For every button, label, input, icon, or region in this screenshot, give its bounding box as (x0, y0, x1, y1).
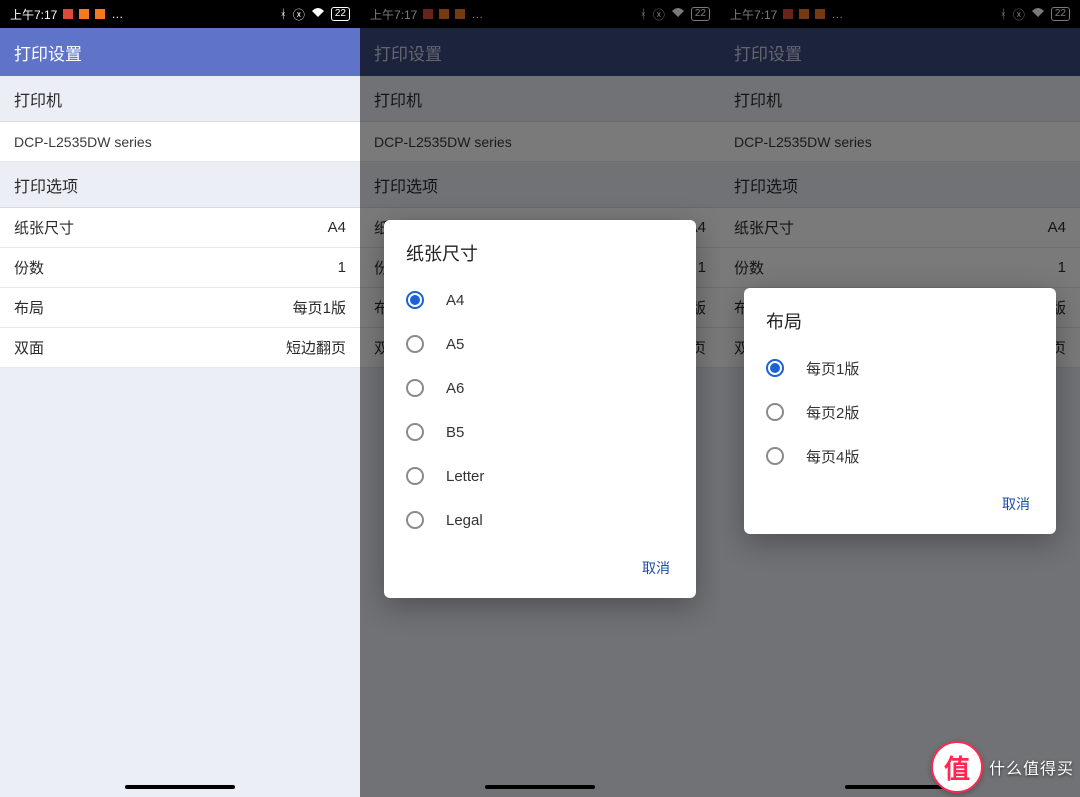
dialog-option-4up[interactable]: 每页4版 (744, 434, 1056, 478)
layout-dialog: 布局 每页1版 每页2版 每页4版 取消 (744, 288, 1056, 534)
status-bar: 上午7:17 … ᚼ ⓧ 22 (0, 0, 360, 28)
row-label: 纸张尺寸 (14, 217, 74, 238)
row-label: 份数 (14, 257, 44, 278)
option-label: 每页1版 (806, 358, 859, 379)
section-printer-label: 打印机 (0, 76, 360, 122)
app-header: 打印设置 (0, 28, 360, 76)
dialog-option-1up[interactable]: 每页1版 (744, 346, 1056, 390)
radio-icon (406, 423, 424, 441)
row-value: 短边翻页 (286, 337, 346, 358)
cancel-button[interactable]: 取消 (994, 488, 1038, 520)
empty-area (0, 368, 360, 797)
cancel-button[interactable]: 取消 (634, 552, 678, 584)
notification-icon (63, 9, 73, 19)
option-label: Letter (446, 468, 484, 485)
status-time: 上午7:17 (10, 6, 57, 23)
watermark-badge-icon: 值 (931, 741, 983, 793)
page-title: 打印设置 (14, 40, 82, 65)
wifi-icon (311, 7, 325, 21)
phone-screen-3: 上午7:17 … ᚼ ⓧ 22 打印设置 (720, 0, 1080, 797)
paper-size-dialog: 纸张尺寸 A4 A5 A6 B5 Letter (384, 220, 696, 598)
radio-icon (406, 511, 424, 529)
dialog-title: 布局 (744, 308, 1056, 346)
notification-icon (95, 9, 105, 19)
section-options-label: 打印选项 (0, 162, 360, 208)
dialog-option-b5[interactable]: B5 (384, 410, 696, 454)
dialog-option-2up[interactable]: 每页2版 (744, 390, 1056, 434)
printer-row[interactable]: DCP-L2535DW series (0, 122, 360, 162)
option-label: A5 (446, 336, 464, 353)
radio-icon (406, 335, 424, 353)
battery-icon: 22 (331, 7, 350, 21)
row-duplex[interactable]: 双面 短边翻页 (0, 328, 360, 368)
row-value: 每页1版 (293, 297, 346, 318)
radio-icon (406, 467, 424, 485)
more-notifications-icon: … (111, 7, 124, 21)
option-label: 每页4版 (806, 446, 859, 467)
option-label: A6 (446, 380, 464, 397)
home-indicator[interactable] (485, 785, 595, 789)
dialog-option-a6[interactable]: A6 (384, 366, 696, 410)
option-label: A4 (446, 292, 464, 309)
dialog-title: 纸张尺寸 (384, 240, 696, 278)
radio-icon (406, 291, 424, 309)
do-not-disturb-icon: ⓧ (293, 6, 305, 23)
notification-icon (79, 9, 89, 19)
phone-screen-2: 上午7:17 … ᚼ ⓧ 22 打印设置 (360, 0, 720, 797)
dialog-option-letter[interactable]: Letter (384, 454, 696, 498)
row-copies[interactable]: 份数 1 (0, 248, 360, 288)
row-value: 1 (338, 259, 346, 276)
row-label: 双面 (14, 337, 44, 358)
dialog-option-a4[interactable]: A4 (384, 278, 696, 322)
printer-name: DCP-L2535DW series (14, 134, 152, 150)
phone-screen-1: 上午7:17 … ᚼ ⓧ 22 打印设置 (0, 0, 360, 797)
watermark: 值 什么值得买 (929, 737, 1080, 797)
row-layout[interactable]: 布局 每页1版 (0, 288, 360, 328)
row-value: A4 (328, 219, 346, 236)
radio-icon (406, 379, 424, 397)
watermark-text: 什么值得买 (989, 755, 1078, 779)
dialog-option-legal[interactable]: Legal (384, 498, 696, 542)
radio-icon (766, 403, 784, 421)
radio-icon (766, 359, 784, 377)
dialog-option-a5[interactable]: A5 (384, 322, 696, 366)
home-indicator[interactable] (125, 785, 235, 789)
option-label: Legal (446, 512, 483, 529)
row-paper-size[interactable]: 纸张尺寸 A4 (0, 208, 360, 248)
option-label: B5 (446, 424, 464, 441)
option-label: 每页2版 (806, 402, 859, 423)
bluetooth-icon: ᚼ (280, 7, 287, 21)
radio-icon (766, 447, 784, 465)
row-label: 布局 (14, 297, 44, 318)
